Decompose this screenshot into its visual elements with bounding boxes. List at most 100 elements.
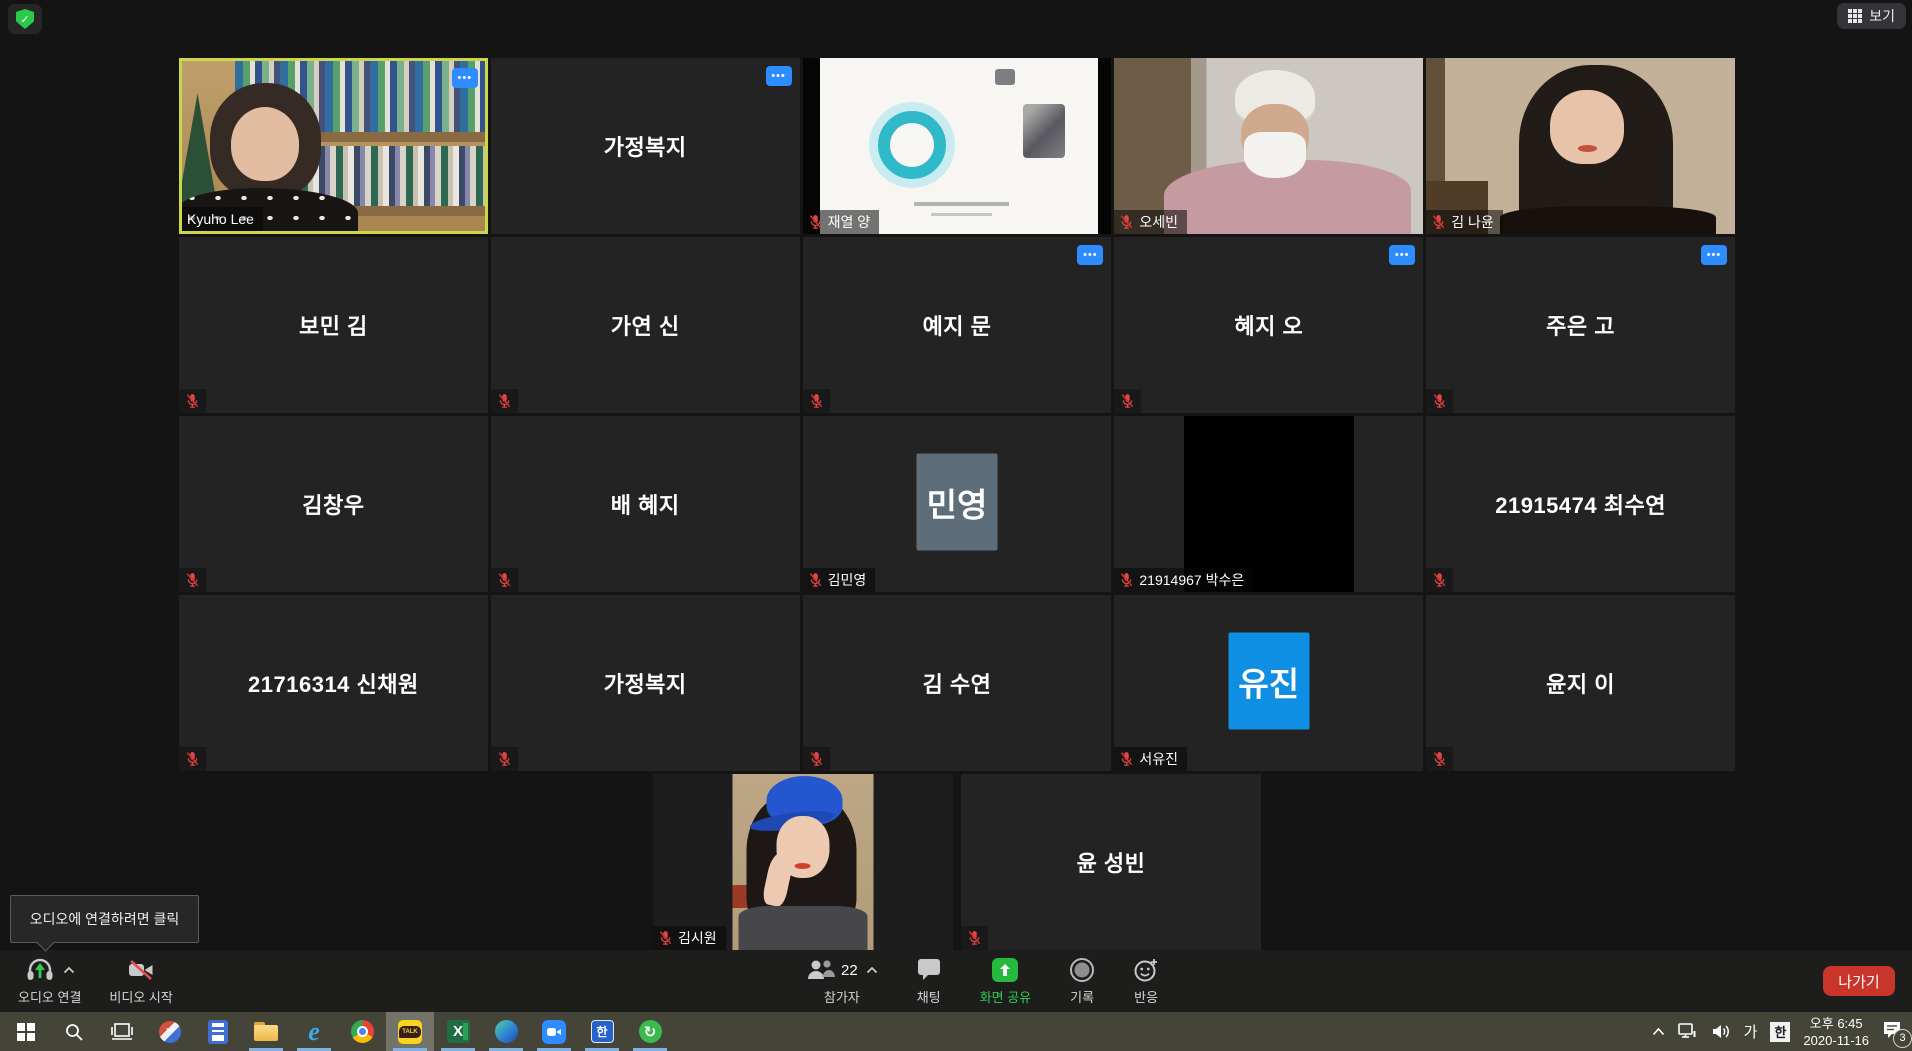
action-center-button[interactable]: 3 (1882, 1020, 1904, 1044)
tile-muted-mic (803, 747, 830, 771)
muted-mic-icon (1432, 751, 1447, 767)
participant-name-label: 김시원 (653, 926, 726, 950)
tile-more-options-button[interactable]: ••• (1701, 245, 1727, 265)
ime-mode-indicator[interactable]: 가 (1744, 1021, 1758, 1042)
join-audio-button[interactable]: 오디오 연결 (12, 956, 87, 1006)
participants-chevron-icon[interactable] (866, 966, 878, 974)
network-icon[interactable] (1678, 1023, 1698, 1040)
participant-tile[interactable]: 김 수연 (803, 595, 1112, 771)
participant-tile[interactable]: 윤 성빈 (961, 774, 1261, 950)
muted-mic-icon (497, 572, 512, 588)
video-feed-logo (803, 58, 1112, 234)
zoom-meeting-window: ✓ 보기 •••Kyuho Lee가정복지•••재열 양오세빈김 나윤보민 김가… (0, 0, 1912, 1051)
participant-tile[interactable]: 재열 양 (803, 58, 1112, 234)
video-feed-black (1114, 416, 1423, 592)
taskbar-button-excel[interactable]: X (434, 1012, 482, 1051)
video-grid-row: •••Kyuho Lee가정복지•••재열 양오세빈김 나윤 (179, 58, 1735, 234)
taskbar-button-explorer[interactable] (242, 1012, 290, 1051)
participant-name-text: 김시원 (678, 928, 717, 948)
taskbar-button-sync[interactable]: ↻ (626, 1012, 674, 1051)
participant-tile[interactable]: 혜지 오••• (1114, 237, 1423, 413)
participant-name-text: 21914967 박수은 (1139, 570, 1244, 590)
participant-tile[interactable]: 유진서유진 (1114, 595, 1423, 771)
tray-chevron-icon[interactable] (1652, 1027, 1665, 1036)
participant-tile[interactable]: 가연 신 (491, 237, 800, 413)
excel-icon: X (447, 1020, 470, 1043)
participant-tile[interactable]: 민영김민영 (803, 416, 1112, 592)
video-feed-nayun (1426, 58, 1735, 234)
taskbar-button-start[interactable] (2, 1012, 50, 1051)
participant-tile[interactable]: 윤지 이 (1426, 595, 1735, 771)
participant-tile[interactable]: 김창우 (179, 416, 488, 592)
record-button[interactable]: 기록 (1063, 956, 1101, 1006)
taskbar-clock[interactable]: 오후 6:45 2020-11-16 (1803, 1015, 1869, 1049)
tile-muted-mic (179, 747, 206, 771)
reactions-button[interactable]: 반응 (1127, 956, 1165, 1006)
participant-name-label: 재열 양 (803, 210, 880, 234)
video-grid-row: 보민 김가연 신예지 문•••혜지 오•••주은 고••• (179, 237, 1735, 413)
participant-tile[interactable]: 가정복지••• (491, 58, 800, 234)
participant-tile[interactable]: 보민 김 (179, 237, 488, 413)
participant-name-center: 가정복지 (491, 58, 800, 234)
taskbar-button-capture[interactable]: ✂ (146, 1012, 194, 1051)
participant-name-center: 예지 문 (803, 237, 1112, 413)
participant-name-center: 김 수연 (803, 595, 1112, 771)
tile-muted-mic (1426, 747, 1453, 771)
clock-date: 2020-11-16 (1803, 1032, 1869, 1049)
participants-count: 22 (841, 962, 858, 979)
muted-mic-icon (1431, 214, 1446, 230)
participant-tile[interactable]: 가정복지 (491, 595, 800, 771)
meeting-security-button[interactable]: ✓ (8, 4, 42, 34)
taskbar-button-edge[interactable] (482, 1012, 530, 1051)
muted-mic-icon (1119, 572, 1134, 588)
tile-muted-mic (179, 389, 206, 413)
taskbar-button-hangul[interactable]: 한 (578, 1012, 626, 1051)
record-label: 기록 (1070, 987, 1094, 1006)
participant-tile[interactable]: 김시원 (653, 774, 953, 950)
muted-mic-icon (1119, 751, 1134, 767)
audio-tooltip: 오디오에 연결하려면 클릭 (10, 895, 199, 943)
file-explorer-icon (254, 1022, 278, 1041)
participant-name-text: 오세빈 (1139, 212, 1178, 232)
leave-meeting-button[interactable]: 나가기 (1823, 966, 1895, 996)
participants-button[interactable]: 22 참가자 (800, 956, 884, 1006)
participant-name-text: 김민영 (828, 570, 867, 590)
audio-options-chevron-icon[interactable] (63, 966, 75, 974)
tile-more-options-button[interactable]: ••• (766, 66, 792, 86)
ime-language-indicator[interactable]: 한 (1770, 1022, 1790, 1042)
participants-icon (806, 959, 836, 981)
video-grid-row: 김창우배 혜지민영김민영 21914967 박수은 21915474 최수연 (179, 416, 1735, 592)
tile-more-options-button[interactable]: ••• (1077, 245, 1103, 265)
start-video-button[interactable]: 비디오 시작 (103, 956, 178, 1006)
participant-name-label: 21914967 박수은 (1114, 568, 1253, 592)
tile-more-options-button[interactable]: ••• (1389, 245, 1415, 265)
taskbar-button-search[interactable] (50, 1012, 98, 1051)
participant-tile[interactable]: 21914967 박수은 (1114, 416, 1423, 592)
chat-button[interactable]: 채팅 (910, 956, 948, 1006)
participant-name-text: 서유진 (1139, 749, 1178, 769)
tile-more-options-button[interactable]: ••• (452, 68, 478, 88)
taskbar-button-taskview[interactable] (98, 1012, 146, 1051)
participant-tile[interactable]: 예지 문••• (803, 237, 1112, 413)
participant-tile[interactable]: •••Kyuho Lee (179, 58, 488, 234)
video-grid: •••Kyuho Lee가정복지•••재열 양오세빈김 나윤보민 김가연 신예지… (179, 58, 1735, 950)
taskbar-button-ie[interactable]: e (290, 1012, 338, 1051)
gallery-view-icon (1848, 9, 1862, 23)
view-button[interactable]: 보기 (1837, 3, 1906, 29)
muted-mic-icon (658, 930, 673, 946)
taskbar-button-zoom[interactable] (530, 1012, 578, 1051)
participant-tile[interactable]: 21915474 최수연 (1426, 416, 1735, 592)
taskbar-button-calc[interactable] (194, 1012, 242, 1051)
taskbar-button-kakaotalk[interactable]: TALK (386, 1012, 434, 1051)
muted-mic-icon (1119, 214, 1134, 230)
participant-tile[interactable]: 주은 고••• (1426, 237, 1735, 413)
participant-tile[interactable]: 김 나윤 (1426, 58, 1735, 234)
volume-icon[interactable] (1711, 1023, 1731, 1040)
participant-tile[interactable]: 오세빈 (1114, 58, 1423, 234)
share-screen-button[interactable]: 화면 공유 (974, 956, 1037, 1006)
hangul-app-icon: 한 (591, 1020, 614, 1043)
taskbar-button-chrome[interactable] (338, 1012, 386, 1051)
participant-tile[interactable]: 21716314 신채원 (179, 595, 488, 771)
participant-tile[interactable]: 배 혜지 (491, 416, 800, 592)
task-view-icon (111, 1023, 133, 1041)
